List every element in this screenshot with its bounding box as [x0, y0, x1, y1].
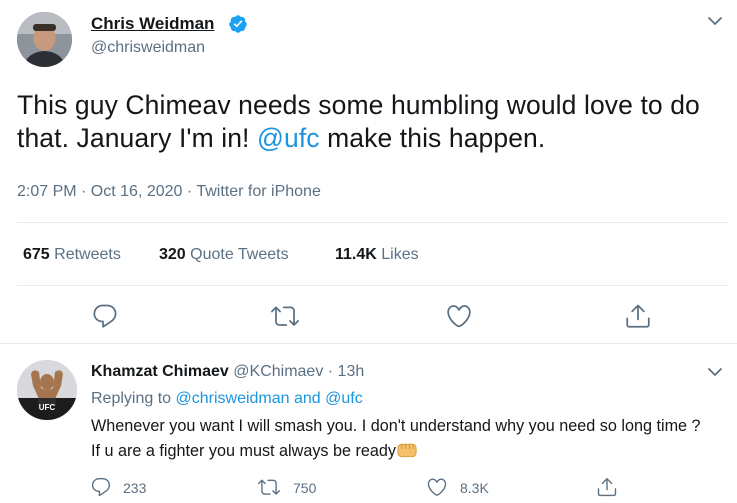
reply-time[interactable]: · 13h — [328, 363, 364, 380]
chevron-down-icon[interactable] — [706, 365, 724, 379]
reply-author-name[interactable]: Khamzat Chimaev — [91, 363, 229, 380]
share-icon[interactable] — [596, 476, 618, 498]
verified-badge-icon — [229, 15, 247, 33]
tweet-timestamp[interactable]: 2:07 PM · Oct 16, 2020 · Twitter for iPh… — [17, 183, 321, 201]
author-handle[interactable]: @chrisweidman — [91, 39, 205, 57]
chevron-down-icon[interactable] — [706, 14, 724, 28]
author-name[interactable]: Chris Weidman — [91, 14, 214, 34]
quote-count: 320 — [159, 246, 186, 263]
reply-icon[interactable] — [91, 302, 119, 330]
divider — [17, 285, 729, 286]
likes-stat[interactable]: 11.4K Likes — [335, 246, 419, 264]
retweet-icon[interactable] — [271, 302, 299, 330]
replying-users[interactable]: @chrisweidman and @ufc — [176, 390, 363, 407]
like-icon[interactable] — [445, 302, 473, 330]
divider — [0, 343, 737, 344]
reply-author-handle[interactable]: @KChimaev — [233, 363, 323, 380]
tweet-text-after: make this happen. — [319, 123, 546, 153]
like-icon[interactable] — [426, 476, 448, 498]
likes-count: 11.4K — [335, 246, 377, 263]
reply-count: 233 — [123, 480, 147, 496]
mention-link[interactable]: @ufc — [257, 123, 320, 153]
reply-author-avatar[interactable]: UFC — [17, 360, 77, 420]
reply-text: Whenever you want I will smash you. I do… — [91, 414, 711, 464]
replying-to: Replying to @chrisweidman and @ufc — [91, 390, 363, 408]
retweet-icon[interactable] — [258, 476, 280, 498]
retweets-label: Retweets — [54, 246, 121, 263]
reply-like-count: 8.3K — [460, 480, 489, 496]
quote-tweets-stat[interactable]: 320 Quote Tweets — [159, 246, 289, 264]
reply-icon[interactable] — [90, 476, 112, 498]
author-avatar[interactable] — [17, 12, 72, 67]
ufc-logo: UFC — [39, 403, 56, 412]
likes-label: Likes — [381, 246, 419, 263]
tweet-text: This guy Chimeav needs some humbling wou… — [17, 89, 729, 155]
reply-header: Khamzat Chimaev @KChimaev · 13h — [91, 363, 364, 381]
divider — [17, 222, 729, 223]
replying-prefix: Replying to — [91, 390, 176, 407]
retweets-count: 675 — [23, 246, 50, 263]
tweet-stats: 675 Retweets 320 Quote Tweets 11.4K Like… — [23, 246, 723, 266]
share-icon[interactable] — [624, 302, 652, 330]
reply-body: Whenever you want I will smash you. I do… — [91, 417, 701, 460]
fist-emoji-icon — [397, 443, 417, 458]
reply-retweet-count: 750 — [293, 480, 317, 496]
retweets-stat[interactable]: 675 Retweets — [23, 246, 121, 264]
quote-label: Quote Tweets — [190, 246, 289, 263]
